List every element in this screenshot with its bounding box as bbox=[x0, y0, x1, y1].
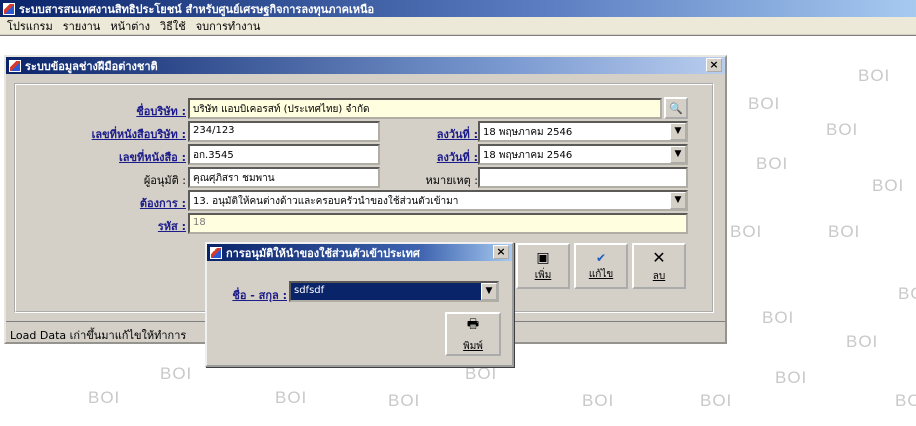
close-icon[interactable]: × bbox=[706, 58, 722, 72]
boi-watermark: BOI bbox=[828, 222, 861, 241]
boi-watermark: BOI bbox=[275, 388, 308, 407]
dialog-title: การอนุมัติให้นำของใช้ส่วนตัวเข้าประเทศ bbox=[226, 246, 420, 260]
code-field[interactable]: 18 bbox=[188, 213, 688, 234]
close-icon[interactable]: × bbox=[493, 245, 509, 259]
boi-watermark: BOI bbox=[762, 308, 795, 327]
boi-watermark: BOI bbox=[895, 391, 916, 410]
chevron-down-icon[interactable]: ▼ bbox=[670, 123, 686, 140]
company-search-button[interactable]: 🔍 bbox=[664, 97, 688, 119]
cert-date-label: ลงวันที่ : bbox=[436, 128, 478, 141]
child-title-bar[interactable]: ระบบข้อมูลช่างฝีมือต่างชาติ × bbox=[6, 57, 725, 74]
name-value: sdfsdf bbox=[294, 285, 325, 296]
print-button-label: พิมพ์ bbox=[463, 340, 483, 352]
doc-no-label: เลขที่หนังสือ : bbox=[119, 151, 186, 164]
spell-check-icon: ✔ bbox=[595, 250, 607, 265]
code-label: รหัส : bbox=[157, 220, 186, 233]
boi-watermark: BOI bbox=[872, 176, 905, 195]
binoculars-icon: 🔍 bbox=[669, 101, 683, 115]
boi-watermark: BOI bbox=[700, 391, 733, 410]
doc-date-combo[interactable]: 18 พฤษภาคม 2546 ▼ bbox=[478, 144, 688, 165]
menu-exit[interactable]: จบการทำงาน bbox=[191, 17, 266, 35]
boi-watermark: BOI bbox=[88, 388, 121, 407]
edit-button-label: แก้ไข bbox=[588, 268, 614, 280]
menu-bar: โปรแกรม รายงาน หน้าต่าง วิธีใช้ จบการทำง… bbox=[0, 17, 916, 35]
menu-report[interactable]: รายงาน bbox=[58, 17, 106, 35]
dialog-title-bar[interactable]: การอนุมัติให้นำของใช้ส่วนตัวเข้าประเทศ × bbox=[207, 244, 512, 261]
window-icon bbox=[9, 59, 21, 72]
child-title: ระบบข้อมูลช่างฝีมือต่างชาติ bbox=[25, 59, 158, 73]
print-button[interactable]: 🖶 พิมพ์ bbox=[445, 312, 501, 356]
boi-watermark: BOI bbox=[826, 120, 859, 139]
boi-watermark: BOI bbox=[775, 368, 808, 387]
delete-button[interactable]: ✕ ลบ bbox=[632, 243, 686, 289]
chevron-down-icon[interactable]: ▼ bbox=[481, 283, 497, 300]
chevron-down-icon[interactable]: ▼ bbox=[670, 192, 686, 209]
doc-no-field[interactable]: อก.3545 bbox=[188, 144, 380, 165]
boi-watermark: BOI bbox=[388, 391, 421, 410]
cert-no-label: เลขที่หนังสือบริษัท : bbox=[91, 128, 186, 141]
status-text: Load Data เก่าขึ้นมาแก้ไขให้ทำการ bbox=[10, 329, 187, 342]
approver-label: ผู้อนุมัติ : bbox=[143, 174, 186, 187]
name-label: ชื่อ - สกุล : bbox=[232, 289, 287, 302]
app-title: ระบบสารสนเทศงานสิทธิประโยชน์ สำหรับศูนย์… bbox=[19, 2, 375, 16]
boi-watermark: BOI bbox=[160, 364, 193, 383]
approval-dialog: การอนุมัติให้นำของใช้ส่วนตัวเข้าประเทศ ×… bbox=[205, 242, 514, 367]
app-icon bbox=[3, 2, 15, 15]
menu-program[interactable]: โปรแกรม bbox=[2, 17, 58, 35]
boi-watermark: BOI bbox=[465, 364, 498, 383]
boi-watermark: BOI bbox=[730, 222, 763, 241]
menu-help[interactable]: วิธีใช้ bbox=[155, 17, 191, 35]
request-value: 13. อนุมัติให้คนต่างด้าวและครอบครัวนำของ… bbox=[193, 196, 459, 207]
add-button[interactable]: ▣ เพิ่ม bbox=[516, 243, 570, 289]
approver-field[interactable]: คุณศุภิสรา ชมพาน bbox=[188, 167, 380, 188]
name-combo[interactable]: sdfsdf ▼ bbox=[289, 281, 499, 302]
cert-no-field[interactable]: 234/123 bbox=[188, 121, 380, 142]
request-combo[interactable]: 13. อนุมัติให้คนต่างด้าวและครอบครัวนำของ… bbox=[188, 190, 688, 211]
printer-icon: 🖶 bbox=[466, 316, 480, 332]
menu-window[interactable]: หน้าต่าง bbox=[105, 17, 155, 35]
delete-icon: ✕ bbox=[652, 248, 666, 267]
add-button-label: เพิ่ม bbox=[534, 269, 552, 281]
edit-button[interactable]: ✔ แก้ไข bbox=[574, 243, 628, 289]
cert-date-value: 18 พฤษภาคม 2546 bbox=[483, 127, 573, 138]
delete-button-label: ลบ bbox=[652, 271, 666, 282]
app-title-bar[interactable]: ระบบสารสนเทศงานสิทธิประโยชน์ สำหรับศูนย์… bbox=[0, 0, 916, 17]
doc-date-value: 18 พฤษภาคม 2546 bbox=[483, 150, 573, 161]
dialog-icon bbox=[210, 246, 222, 259]
add-icon: ▣ bbox=[536, 249, 550, 266]
boi-watermark: BOI bbox=[582, 391, 615, 410]
boi-watermark: BOI bbox=[846, 332, 879, 351]
chevron-down-icon[interactable]: ▼ bbox=[670, 146, 686, 163]
doc-date-label: ลงวันที่ : bbox=[436, 151, 478, 164]
boi-watermark: BOI bbox=[898, 284, 916, 303]
note-label: หมายเหตุ : bbox=[425, 174, 478, 187]
request-label: ต้องการ : bbox=[139, 197, 186, 210]
company-label: ชื่อบริษัท : bbox=[136, 105, 186, 118]
boi-watermark: BOI bbox=[748, 94, 781, 113]
boi-watermark: BOI bbox=[756, 154, 789, 173]
boi-watermark: BOI bbox=[858, 66, 891, 85]
note-field[interactable] bbox=[478, 167, 688, 188]
company-field[interactable]: บริษัท แอบบิเคอรสท์ (ประเทศไทย) จำกัด bbox=[188, 98, 662, 119]
cert-date-combo[interactable]: 18 พฤษภาคม 2546 ▼ bbox=[478, 121, 688, 142]
